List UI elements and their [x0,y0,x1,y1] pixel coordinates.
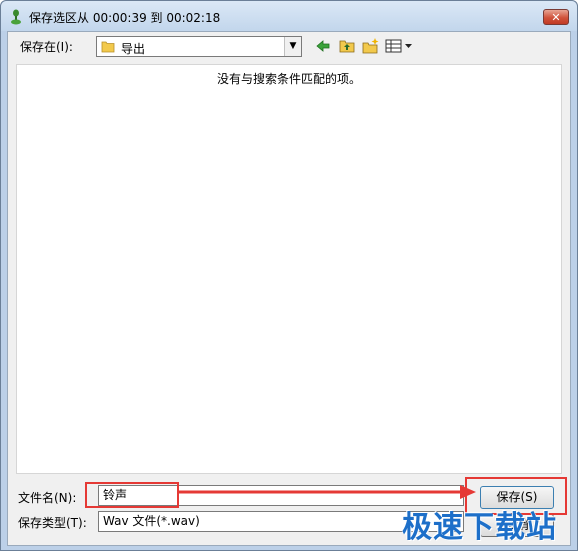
dialog-body: 保存在(I): 导出 ▼ 没有与搜索条件匹配的项。 文件名(N): 铃声 保存类… [7,31,571,546]
file-list[interactable]: 没有与搜索条件匹配的项。 [16,64,562,474]
close-button[interactable]: ✕ [543,9,569,25]
chevron-down-icon[interactable]: ▼ [284,37,301,56]
view-menu-icon[interactable] [384,37,414,55]
annotation-arrow [178,485,476,499]
app-icon [11,9,21,25]
up-folder-icon[interactable] [338,37,356,55]
new-folder-icon[interactable] [361,37,379,55]
watermark-logo: 极速下载站 [402,510,557,545]
window-title: 保存选区从 00:00:39 到 00:02:18 [29,11,221,25]
back-arrow-icon[interactable] [314,37,332,55]
file-name-highlight [85,482,179,508]
file-type-label: 保存类型(T): [18,516,87,530]
save-dialog-window: 保存选区从 00:00:39 到 00:02:18 ✕ 保存在(I): 导出 ▼ [0,0,578,551]
empty-list-message: 没有与搜索条件匹配的项。 [216,72,361,86]
save-in-label: 保存在(I): [20,40,73,54]
save-in-dropdown[interactable]: 导出 ▼ [96,36,302,57]
title-bar[interactable]: 保存选区从 00:00:39 到 00:02:18 ✕ [1,1,577,31]
folder-icon [101,41,115,53]
file-name-label: 文件名(N): [18,491,77,505]
current-folder-name: 导出 [121,42,146,56]
